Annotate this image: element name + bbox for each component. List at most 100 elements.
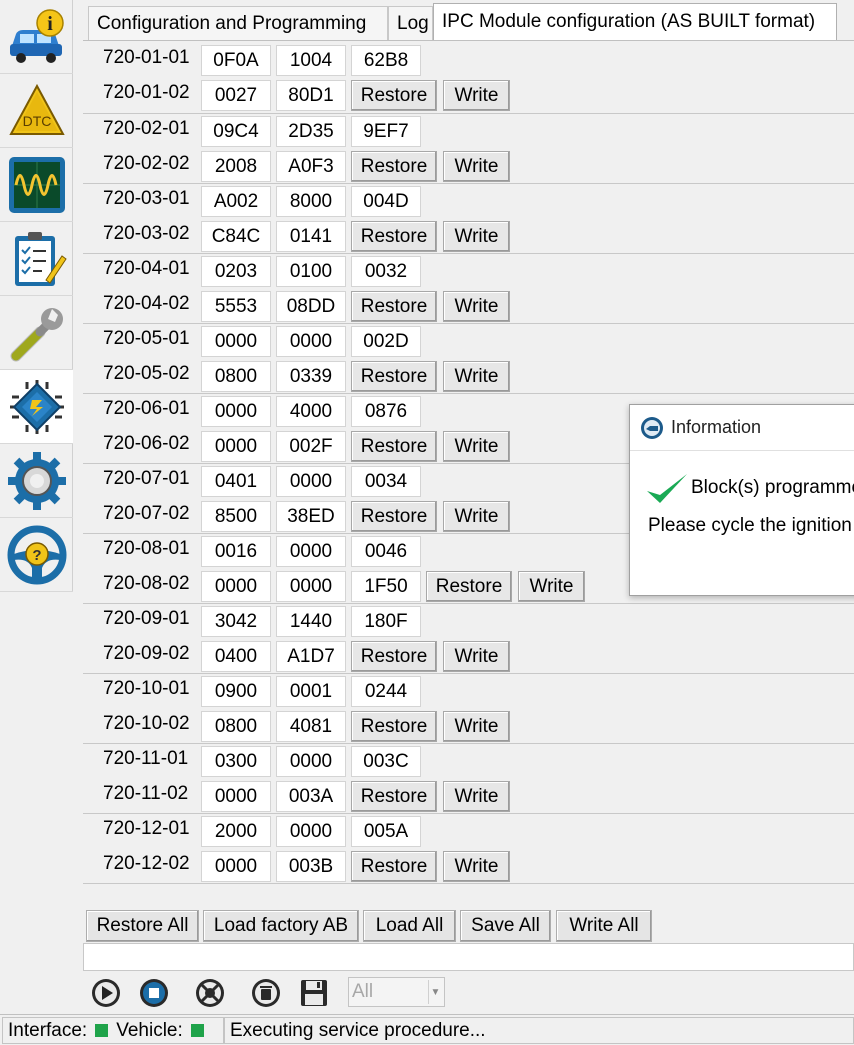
hex-value-field[interactable]: 80D1 — [276, 80, 346, 111]
delete-button[interactable] — [245, 975, 287, 1011]
hex-value-field[interactable]: 0032 — [351, 256, 421, 287]
restore-all-button[interactable]: Restore All — [86, 910, 199, 942]
sidebar-item-vehicle-info[interactable]: i — [0, 0, 73, 74]
restore-button[interactable]: Restore — [351, 431, 437, 462]
save-button[interactable] — [293, 975, 335, 1011]
sidebar-item-checklist[interactable] — [0, 222, 73, 296]
hex-value-field[interactable]: 2000 — [201, 816, 271, 847]
write-button[interactable]: Write — [443, 151, 510, 182]
hex-value-field[interactable]: 0203 — [201, 256, 271, 287]
write-all-button[interactable]: Write All — [556, 910, 652, 942]
hex-value-field[interactable]: 62B8 — [351, 45, 421, 76]
hex-value-field[interactable]: 09C4 — [201, 116, 271, 147]
hex-value-field[interactable]: 0800 — [201, 711, 271, 742]
hex-value-field[interactable]: 1440 — [276, 606, 346, 637]
restore-button[interactable]: Restore — [351, 291, 437, 322]
hex-value-field[interactable]: 0000 — [201, 326, 271, 357]
hex-value-field[interactable]: 8000 — [276, 186, 346, 217]
tab-configuration-and-programming[interactable]: Configuration and Programming — [88, 6, 388, 40]
write-button[interactable]: Write — [443, 431, 510, 462]
hex-value-field[interactable]: 4000 — [276, 396, 346, 427]
write-button[interactable]: Write — [443, 221, 510, 252]
hex-value-field[interactable]: 1F50 — [351, 571, 421, 602]
sidebar-item-help[interactable]: ? — [0, 518, 73, 592]
hex-value-field[interactable]: C84C — [201, 221, 271, 252]
sidebar-item-oscilloscope[interactable] — [0, 148, 73, 222]
hex-value-field[interactable]: 0001 — [276, 676, 346, 707]
hex-value-field[interactable]: 0900 — [201, 676, 271, 707]
load-all-button[interactable]: Load All — [363, 910, 456, 942]
hex-value-field[interactable]: 0244 — [351, 676, 421, 707]
restore-button[interactable]: Restore — [351, 641, 437, 672]
dialog-titlebar[interactable]: Information — [630, 405, 854, 451]
write-button[interactable]: Write — [443, 641, 510, 672]
hex-value-field[interactable]: 0046 — [351, 536, 421, 567]
help-button[interactable] — [189, 975, 231, 1011]
tab-log[interactable]: Log — [388, 6, 433, 40]
hex-value-field[interactable]: 0141 — [276, 221, 346, 252]
write-button[interactable]: Write — [443, 291, 510, 322]
hex-value-field[interactable]: 002D — [351, 326, 421, 357]
save-all-button[interactable]: Save All — [460, 910, 551, 942]
hex-value-field[interactable]: 0000 — [276, 536, 346, 567]
sidebar-item-settings[interactable] — [0, 444, 73, 518]
hex-value-field[interactable]: 0000 — [276, 571, 346, 602]
hex-value-field[interactable]: 0000 — [276, 326, 346, 357]
sidebar-item-service[interactable] — [0, 296, 73, 370]
hex-value-field[interactable]: 0401 — [201, 466, 271, 497]
hex-value-field[interactable]: 003B — [276, 851, 346, 882]
hex-value-field[interactable]: 1004 — [276, 45, 346, 76]
filter-select[interactable]: All ▼ — [348, 977, 445, 1007]
hex-value-field[interactable]: 0000 — [201, 851, 271, 882]
hex-value-field[interactable]: 003C — [351, 746, 421, 777]
restore-button[interactable]: Restore — [351, 151, 437, 182]
hex-value-field[interactable]: 0027 — [201, 80, 271, 111]
hex-value-field[interactable]: 0000 — [201, 396, 271, 427]
hex-value-field[interactable]: 8500 — [201, 501, 271, 532]
hex-value-field[interactable]: 180F — [351, 606, 421, 637]
restore-button[interactable]: Restore — [351, 80, 437, 111]
hex-value-field[interactable]: A1D7 — [276, 641, 346, 672]
hex-value-field[interactable]: 38ED — [276, 501, 346, 532]
hex-value-field[interactable]: 08DD — [276, 291, 346, 322]
hex-value-field[interactable]: 003A — [276, 781, 346, 812]
hex-value-field[interactable]: 0000 — [201, 781, 271, 812]
hex-value-field[interactable]: 0400 — [201, 641, 271, 672]
sidebar-item-module-programming[interactable] — [0, 370, 73, 444]
hex-value-field[interactable]: 0F0A — [201, 45, 271, 76]
write-button[interactable]: Write — [443, 711, 510, 742]
hex-value-field[interactable]: 2D35 — [276, 116, 346, 147]
stop-button[interactable] — [133, 975, 175, 1011]
hex-value-field[interactable]: 0016 — [201, 536, 271, 567]
hex-value-field[interactable]: 9EF7 — [351, 116, 421, 147]
hex-value-field[interactable]: 0100 — [276, 256, 346, 287]
write-button[interactable]: Write — [443, 851, 510, 882]
tab-ipc-module-configuration[interactable]: IPC Module configuration (AS BUILT forma… — [433, 3, 837, 40]
restore-button[interactable]: Restore — [351, 851, 437, 882]
write-button[interactable]: Write — [443, 781, 510, 812]
restore-button[interactable]: Restore — [351, 781, 437, 812]
hex-value-field[interactable]: 004D — [351, 186, 421, 217]
hex-value-field[interactable]: 0000 — [201, 571, 271, 602]
restore-button[interactable]: Restore — [351, 501, 437, 532]
hex-value-field[interactable]: 0000 — [276, 466, 346, 497]
hex-value-field[interactable]: 0876 — [351, 396, 421, 427]
restore-button[interactable]: Restore — [426, 571, 512, 602]
hex-value-field[interactable]: 005A — [351, 816, 421, 847]
hex-value-field[interactable]: 0300 — [201, 746, 271, 777]
hex-value-field[interactable]: 0000 — [276, 816, 346, 847]
hex-value-field[interactable]: A002 — [201, 186, 271, 217]
restore-button[interactable]: Restore — [351, 711, 437, 742]
play-button[interactable] — [85, 975, 127, 1011]
write-button[interactable]: Write — [518, 571, 585, 602]
hex-value-field[interactable]: 002F — [276, 431, 346, 462]
hex-value-field[interactable]: 0000 — [201, 431, 271, 462]
restore-button[interactable]: Restore — [351, 221, 437, 252]
hex-value-field[interactable]: 3042 — [201, 606, 271, 637]
hex-value-field[interactable]: 0339 — [276, 361, 346, 392]
hex-value-field[interactable]: 4081 — [276, 711, 346, 742]
sidebar-item-dtc[interactable]: DTC — [0, 74, 73, 148]
hex-value-field[interactable]: 2008 — [201, 151, 271, 182]
hex-value-field[interactable]: A0F3 — [276, 151, 346, 182]
write-button[interactable]: Write — [443, 501, 510, 532]
